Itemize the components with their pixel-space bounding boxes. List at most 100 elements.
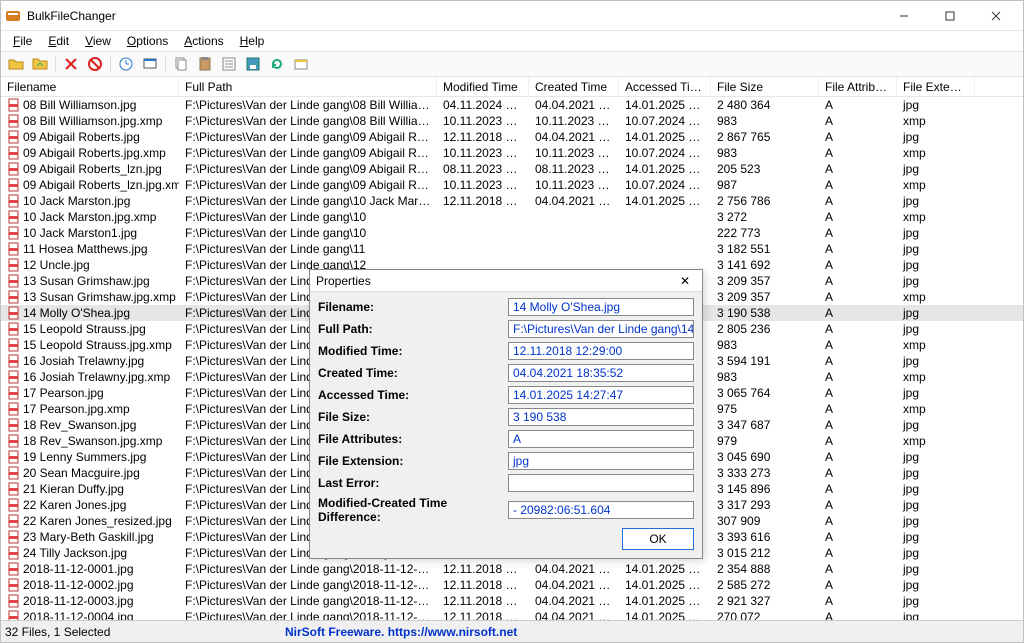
cell-mtime: 10.11.2023 13:41:03: [437, 146, 529, 160]
cell-attr: A: [819, 338, 897, 352]
cell-filename: 18 Rev_Swanson.jpg.xmp: [23, 434, 162, 448]
maximize-button[interactable]: [927, 1, 973, 31]
table-row[interactable]: 09 Abigail Roberts_lzn.jpg.xmpF:\Picture…: [1, 177, 1023, 193]
table-row[interactable]: 2018-11-12-0003.jpgF:\Pictures\Van der L…: [1, 593, 1023, 609]
prop-value-filename[interactable]: 14 Molly O'Shea.jpg: [508, 298, 694, 316]
cell-size: 975: [711, 402, 819, 416]
file-icon: [7, 258, 21, 272]
prop-value-mtime[interactable]: 12.11.2018 12:29:00: [508, 342, 694, 360]
cell-ext: jpg: [897, 498, 975, 512]
cell-size: 3 209 357: [711, 274, 819, 288]
toolbar-copy-icon[interactable]: [170, 53, 192, 75]
dialog-close-icon[interactable]: ✕: [674, 274, 696, 288]
cell-fullpath: F:\Pictures\Van der Linde gang\09 Abigai…: [179, 178, 437, 192]
cell-ext: xmp: [897, 114, 975, 128]
prop-value-fattr[interactable]: A: [508, 430, 694, 448]
table-row[interactable]: 11 Hosea Matthews.jpg F:\Pictures\Van der…: [1, 241, 1023, 257]
table-row[interactable]: 09 Abigail Roberts.jpg.xmpF:\Pictures\Va…: [1, 145, 1023, 161]
prop-value-ctime[interactable]: 04.04.2021 18:35:52: [508, 364, 694, 382]
toolbar-properties-icon[interactable]: [218, 53, 240, 75]
menu-file[interactable]: File: [5, 32, 40, 50]
cell-atime: 10.07.2024 11:32:37: [619, 146, 711, 160]
cell-ext: xmp: [897, 338, 975, 352]
toolbar-refresh-icon[interactable]: [266, 53, 288, 75]
menu-actions[interactable]: Actions: [176, 32, 231, 50]
cell-filename: 11 Hosea Matthews.jpg: [23, 242, 148, 256]
table-row[interactable]: 2018-11-12-0001.jpgF:\Pictures\Van der L…: [1, 561, 1023, 577]
close-button[interactable]: [973, 1, 1019, 31]
file-icon: [7, 194, 21, 208]
col-attr[interactable]: File Attributes: [819, 77, 897, 96]
cell-ext: xmp: [897, 290, 975, 304]
cell-size: 307 909: [711, 514, 819, 528]
cell-ext: jpg: [897, 562, 975, 576]
table-row[interactable]: 08 Bill Williamson.jpg.xmpF:\Pictures\Va…: [1, 113, 1023, 129]
col-ctime[interactable]: Created Time: [529, 77, 619, 96]
table-row[interactable]: 10 Jack Marston1.jpgF:\Pictures\Van der …: [1, 225, 1023, 241]
cell-attr: A: [819, 146, 897, 160]
prop-label-ctime: Created Time:: [318, 366, 508, 380]
col-filename[interactable]: Filename: [1, 77, 179, 96]
col-fullpath[interactable]: Full Path: [179, 77, 437, 96]
cell-attr: A: [819, 210, 897, 224]
toolbar-paste-icon[interactable]: [194, 53, 216, 75]
toolbar-clear-icon[interactable]: [84, 53, 106, 75]
table-row[interactable]: 2018-11-12-0002.jpgF:\Pictures\Van der L…: [1, 577, 1023, 593]
table-row[interactable]: 09 Abigail Roberts_lzn.jpgF:\Pictures\Va…: [1, 161, 1023, 177]
menu-options[interactable]: Options: [119, 32, 176, 50]
prop-value-fsize[interactable]: 3 190 538: [508, 408, 694, 426]
toolbar-remove-icon[interactable]: [60, 53, 82, 75]
prop-value-atime[interactable]: 14.01.2025 14:27:47: [508, 386, 694, 404]
cell-attr: A: [819, 194, 897, 208]
cell-mtime: 08.11.2023 14:19:57: [437, 162, 529, 176]
toolbar-execute-icon[interactable]: [139, 53, 161, 75]
col-ext[interactable]: File Extension: [897, 77, 975, 96]
cell-size: 3 141 692: [711, 258, 819, 272]
col-size[interactable]: File Size: [711, 77, 819, 96]
file-icon: [7, 530, 21, 544]
cell-fullpath: F:\Pictures\Van der Linde gang\10: [179, 210, 437, 224]
toolbar-change-time-icon[interactable]: [115, 53, 137, 75]
toolbar-explorer-icon[interactable]: [290, 53, 312, 75]
file-icon: [7, 466, 21, 480]
prop-label-fattr: File Attributes:: [318, 432, 508, 446]
file-icon: [7, 162, 21, 176]
toolbar-add-folder-icon[interactable]: [29, 53, 51, 75]
dialog-ok-button[interactable]: OK: [622, 528, 694, 550]
prop-label-fsize: File Size:: [318, 410, 508, 424]
file-icon: [7, 594, 21, 608]
cell-mtime: 10.11.2023 13:41:03: [437, 114, 529, 128]
cell-attr: A: [819, 274, 897, 288]
dialog-titlebar[interactable]: Properties ✕: [310, 270, 702, 292]
status-link[interactable]: NirSoft Freeware. https://www.nirsoft.ne…: [285, 625, 517, 639]
prop-value-fext[interactable]: jpg: [508, 452, 694, 470]
table-row[interactable]: 09 Abigail Roberts.jpgF:\Pictures\Van de…: [1, 129, 1023, 145]
menu-view[interactable]: View: [77, 32, 119, 50]
cell-ext: jpg: [897, 450, 975, 464]
cell-mtime: 12.11.2018 12:26:41: [437, 194, 529, 208]
file-icon: [7, 578, 21, 592]
minimize-button[interactable]: [881, 1, 927, 31]
file-icon: [7, 354, 21, 368]
cell-size: 2 585 272: [711, 578, 819, 592]
menu-help[interactable]: Help: [232, 32, 273, 50]
prop-value-mcdiff[interactable]: - 20982:06:51.604: [508, 501, 694, 519]
prop-value-fullpath[interactable]: F:\Pictures\Van der Linde gang\14 M: [508, 320, 694, 338]
toolbar-save-icon[interactable]: [242, 53, 264, 75]
cell-size: 3 333 273: [711, 466, 819, 480]
cell-filename: 09 Abigail Roberts.jpg: [23, 130, 140, 144]
cell-size: 2 921 327: [711, 594, 819, 608]
col-atime[interactable]: Accessed Time: [619, 77, 711, 96]
prop-value-lerr[interactable]: [508, 474, 694, 492]
toolbar-add-files-icon[interactable]: [5, 53, 27, 75]
file-icon: [7, 370, 21, 384]
table-row[interactable]: 2018-11-12-0004.jpgF:\Pictures\Van der L…: [1, 609, 1023, 620]
col-mtime[interactable]: Modified Time: [437, 77, 529, 96]
menu-edit[interactable]: Edit: [40, 32, 77, 50]
table-row[interactable]: 08 Bill Williamson.jpgF:\Pictures\Van de…: [1, 97, 1023, 113]
file-icon: [7, 514, 21, 528]
cell-fullpath: F:\Pictures\Van der Linde gang\11: [179, 242, 437, 256]
file-icon: [7, 130, 21, 144]
table-row[interactable]: 10 Jack Marston.jpgF:\Pictures\Van der L…: [1, 193, 1023, 209]
table-row[interactable]: 10 Jack Marston.jpg.xmpF:\Pictures\Van d…: [1, 209, 1023, 225]
